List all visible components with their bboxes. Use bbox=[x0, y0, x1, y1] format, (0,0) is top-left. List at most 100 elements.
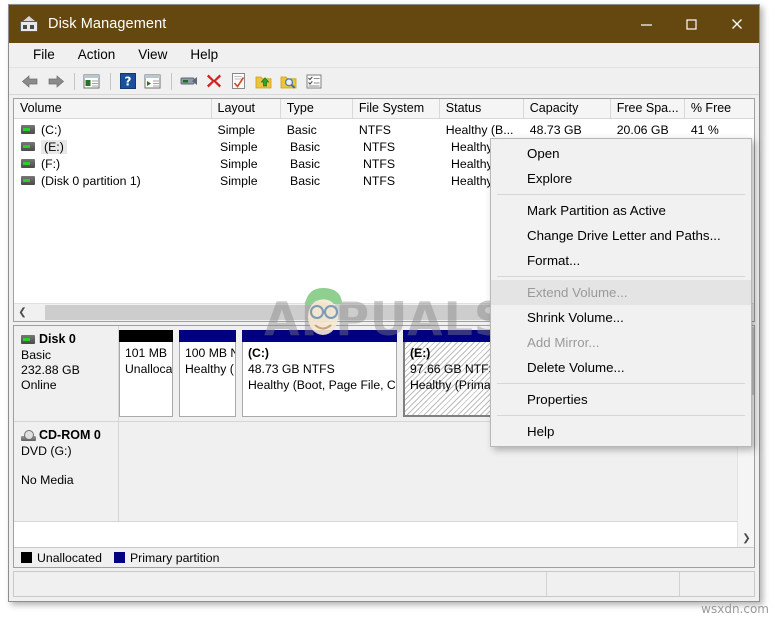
cell-volume: (F:) bbox=[14, 157, 214, 171]
volume-list-header: Volume Layout Type File System Status Ca… bbox=[14, 99, 754, 119]
site-watermark: wsxdn.com bbox=[701, 602, 769, 616]
partition-color-bar bbox=[119, 330, 173, 342]
search-folder-icon[interactable] bbox=[277, 70, 300, 92]
partition-size: 100 MB N bbox=[185, 346, 235, 360]
show-action-pane-icon[interactable] bbox=[141, 70, 164, 92]
menu-help[interactable]: Help bbox=[180, 45, 228, 65]
ctx-format[interactable]: Format... bbox=[491, 248, 751, 273]
partition-status: Healthy (Boot, Page File, C bbox=[248, 378, 396, 392]
column-header-type[interactable]: Type bbox=[281, 99, 353, 119]
partition-details: 101 MB Unallocat bbox=[119, 342, 173, 417]
partition-status: Unallocat bbox=[125, 362, 172, 376]
partition-details: 100 MB N Healthy ( bbox=[179, 342, 236, 417]
disk-info-cdrom0[interactable]: CD-ROM 0 DVD (G:) No Media bbox=[14, 422, 119, 521]
cell-file-system: NTFS bbox=[363, 173, 396, 188]
column-header-status[interactable]: Status bbox=[440, 99, 524, 119]
cell-status: Healthy (B... bbox=[445, 122, 514, 137]
rescan-disks-icon[interactable] bbox=[177, 70, 200, 92]
disk-status: Online bbox=[21, 378, 57, 392]
title-bar: Disk Management bbox=[9, 5, 759, 43]
context-menu-separator bbox=[497, 383, 745, 384]
disk-name: CD-ROM 0 bbox=[39, 428, 101, 442]
ctx-change-drive-letter[interactable]: Change Drive Letter and Paths... bbox=[491, 223, 751, 248]
partition-status: Healthy ( bbox=[185, 362, 234, 376]
ctx-add-mirror[interactable]: Add Mirror... bbox=[491, 330, 751, 355]
cell-type: Basic bbox=[286, 122, 317, 137]
disk-info-disk0[interactable]: Disk 0 Basic 232.88 GB Online bbox=[14, 326, 119, 421]
cell-free-space: 20.06 GB bbox=[616, 122, 669, 137]
legend-unallocated: Unallocated bbox=[21, 551, 102, 565]
ctx-explore[interactable]: Explore bbox=[491, 166, 751, 191]
partition-unallocated[interactable]: 101 MB Unallocat bbox=[119, 330, 173, 417]
volume-label: (C:) bbox=[41, 122, 62, 137]
cdrom-drive-letter: DVD (G:) bbox=[21, 444, 72, 458]
column-header-capacity[interactable]: Capacity bbox=[524, 99, 611, 119]
cell-layout: Simple bbox=[220, 139, 258, 154]
column-header-volume[interactable]: Volume bbox=[14, 99, 212, 119]
disk-title: CD-ROM 0 bbox=[21, 428, 118, 442]
scroll-left-icon[interactable]: ❮ bbox=[14, 304, 31, 321]
disk-capacity: 232.88 GB bbox=[21, 363, 80, 377]
context-menu-separator bbox=[497, 415, 745, 416]
table-row[interactable]: (C:) Simple Basic NTFS Healthy (B... 48.… bbox=[14, 121, 754, 138]
delete-icon[interactable] bbox=[202, 70, 225, 92]
task-list-icon[interactable] bbox=[302, 70, 325, 92]
legend-label: Unallocated bbox=[37, 550, 102, 565]
column-header-free-space[interactable]: Free Spa... bbox=[611, 99, 685, 119]
export-list-icon[interactable] bbox=[252, 70, 275, 92]
context-menu-separator bbox=[497, 276, 745, 277]
scrollbar-thumb[interactable] bbox=[45, 305, 555, 320]
disk-type: Basic bbox=[21, 348, 52, 362]
disk-title: Disk 0 bbox=[21, 332, 118, 346]
ctx-extend-volume[interactable]: Extend Volume... bbox=[491, 280, 751, 305]
cdrom-status: No Media bbox=[21, 473, 74, 487]
cell-volume: (C:) bbox=[14, 123, 212, 137]
partition-color-bar bbox=[242, 330, 397, 342]
partition-size: 101 MB bbox=[125, 346, 168, 360]
ctx-mark-partition-active[interactable]: Mark Partition as Active bbox=[491, 198, 751, 223]
menu-bar: File Action View Help bbox=[9, 43, 759, 68]
ctx-properties[interactable]: Properties bbox=[491, 387, 751, 412]
cell-percent-free: 41 % bbox=[690, 122, 719, 137]
cell-layout: Simple bbox=[220, 173, 258, 188]
menu-action[interactable]: Action bbox=[68, 45, 126, 65]
window-title: Disk Management bbox=[48, 16, 167, 32]
show-hide-console-tree-icon[interactable] bbox=[80, 70, 103, 92]
properties-check-icon[interactable] bbox=[227, 70, 250, 92]
toolbar-separator bbox=[74, 72, 75, 90]
close-button[interactable] bbox=[714, 5, 759, 43]
minimize-button[interactable] bbox=[624, 5, 669, 43]
cell-file-system: NTFS bbox=[363, 139, 396, 154]
cell-layout: Simple bbox=[217, 122, 256, 137]
cd-rom-icon bbox=[21, 429, 36, 441]
screenshot-root: Disk Management File Action View Help ? … bbox=[0, 0, 775, 618]
legend-swatch-primary bbox=[113, 552, 125, 563]
column-header-layout[interactable]: Layout bbox=[212, 99, 281, 119]
toolbar-separator bbox=[110, 72, 111, 90]
scroll-down-icon[interactable]: ❯ bbox=[738, 530, 754, 547]
ctx-help[interactable]: Help bbox=[491, 419, 751, 444]
cell-volume: (E:) bbox=[14, 139, 214, 154]
ctx-delete-volume[interactable]: Delete Volume... bbox=[491, 355, 751, 380]
status-segment-1 bbox=[14, 572, 547, 596]
volume-drive-icon bbox=[21, 159, 35, 168]
column-header-file-system[interactable]: File System bbox=[353, 99, 440, 119]
menu-file[interactable]: File bbox=[23, 45, 65, 65]
cell-capacity: 48.73 GB bbox=[529, 122, 582, 137]
column-header-percent-free[interactable]: % Free bbox=[685, 99, 754, 119]
window-controls bbox=[624, 5, 759, 43]
legend-label: Primary partition bbox=[129, 550, 220, 565]
partition-c-drive[interactable]: (C:) 48.73 GB NTFS Healthy (Boot, Page F… bbox=[242, 330, 397, 417]
maximize-button[interactable] bbox=[669, 5, 714, 43]
ctx-open[interactable]: Open bbox=[491, 141, 751, 166]
ctx-shrink-volume[interactable]: Shrink Volume... bbox=[491, 305, 751, 330]
disk-management-icon bbox=[19, 16, 39, 32]
forward-icon[interactable] bbox=[44, 70, 67, 92]
back-icon[interactable] bbox=[19, 70, 42, 92]
menu-view[interactable]: View bbox=[128, 45, 177, 65]
cell-file-system: NTFS bbox=[358, 122, 391, 137]
toolbar-separator bbox=[171, 72, 172, 90]
help-icon[interactable]: ? bbox=[116, 70, 139, 92]
partition-details: (C:) 48.73 GB NTFS Healthy (Boot, Page F… bbox=[242, 342, 397, 417]
partition-system-reserved[interactable]: 100 MB N Healthy ( bbox=[179, 330, 236, 417]
